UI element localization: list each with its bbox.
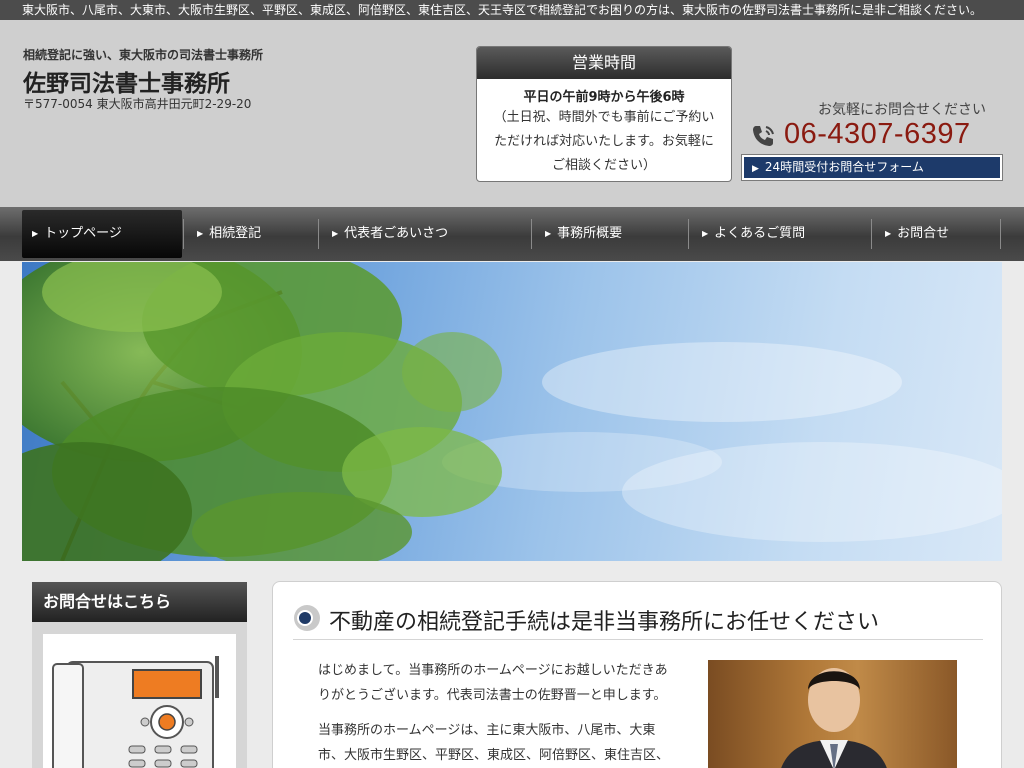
triangle-right-icon: ▶: [32, 229, 39, 238]
telephone-device-icon: [52, 656, 219, 768]
sidebar-heading: お問合せはこちら: [32, 582, 247, 622]
contact-form-button-label: 24時間受付お問合せフォーム: [764, 160, 924, 174]
nav-divider: [688, 219, 689, 249]
text-line: はじめまして。当事務所のホームページにお越しいただきあ: [318, 663, 668, 678]
nav-item-greeting[interactable]: ▶ 代表者ごあいさつ: [332, 207, 448, 261]
site-header: 相続登記に強い、東大阪市の司法書士事務所 佐野司法書士事務所 〒577-0054…: [0, 20, 1024, 207]
nav-divider: [1000, 219, 1001, 249]
nav-divider: [871, 219, 872, 249]
triangle-right-icon: ▶: [885, 229, 892, 238]
nav-item-inheritance[interactable]: ▶ 相続登記: [197, 207, 261, 261]
section-title: 不動産の相続登記手続は是非当事務所にお任せください: [329, 610, 880, 635]
triangle-right-icon: ▶: [545, 229, 552, 238]
business-hours-main: 平日の午前9時から午後6時: [523, 90, 685, 105]
business-hours-note: （土日祝、時間外でも事前にご予約い ただければ対応いたします。お気軽に ご相談く…: [477, 106, 731, 178]
nav-item-label: トップページ: [44, 226, 122, 241]
business-hours-title: 営業時間: [477, 47, 731, 79]
nav-divider: [531, 219, 532, 249]
main-content: 不動産の相続登記手続は是非当事務所にお任せください はじめまして。当事務所のホー…: [272, 581, 1002, 768]
nav-divider: [318, 219, 319, 249]
triangle-right-icon: ▶: [702, 229, 709, 238]
nav-item-label: 代表者ごあいさつ: [344, 226, 449, 241]
main-navigation: ▶ トップページ ▶ 相続登記 ▶ 代表者ごあいさつ ▶ 事務所概要 ▶ よくあるご質問 …: [0, 207, 1024, 261]
site-tagline: 相続登記に強い、東大阪市の司法書士事務所: [23, 48, 264, 62]
business-hours-note-line: ご相談ください）: [551, 158, 656, 173]
nav-item-contact[interactable]: ▶ お問合せ: [885, 207, 949, 261]
triangle-right-icon: ▶: [197, 229, 204, 238]
office-address: 〒577-0054 東大阪市高井田元町2-29-20: [23, 97, 252, 111]
nav-item-faq[interactable]: ▶ よくあるご質問: [702, 207, 805, 261]
triangle-right-icon: ▶: [752, 164, 759, 174]
intro-paragraph: 当事務所のホームページは、主に東大阪市、八尾市、大東 市、大阪市生野区、平野区、…: [318, 718, 688, 768]
text-line: 当事務所のホームページは、主に東大阪市、八尾市、大東: [318, 723, 656, 738]
nav-item-label: お問合せ: [897, 226, 950, 241]
business-hours-note-line: （土日祝、時間外でも事前にご予約い: [493, 110, 715, 125]
section-heading: 不動産の相続登記手続は是非当事務所にお任せください: [293, 604, 983, 640]
portrait-illustration: [781, 668, 887, 768]
contact-label: お気軽にお問合せください: [818, 102, 986, 118]
text-line: 市、大阪市生野区、平野区、東成区、阿倍野区、東住吉区、: [318, 748, 670, 763]
phone-number[interactable]: 06-4307-6397: [784, 118, 971, 151]
nav-item-label: 相続登記: [209, 226, 262, 241]
site-logo-title[interactable]: 佐野司法書士事務所: [23, 64, 230, 98]
nav-item-label: 事務所概要: [557, 226, 623, 241]
intro-paragraph: はじめまして。当事務所のホームページにお越しいただきあ りがとうございます。代表…: [318, 658, 688, 708]
nav-item-office[interactable]: ▶ 事務所概要: [545, 207, 622, 261]
contact-form-button[interactable]: ▶ 24時間受付お問合せフォーム: [741, 154, 1003, 181]
business-hours-note-line: ただければ対応いたします。お気軽に: [494, 134, 714, 149]
business-hours-box: 営業時間 平日の午前9時から午後6時 （土日祝、時間外でも事前にご予約い ただけ…: [476, 46, 732, 182]
tree-sky-illustration: [22, 262, 1002, 561]
nav-item-label: よくあるご質問: [714, 226, 806, 241]
intro-text: はじめまして。当事務所のホームページにお越しいただきあ りがとうございます。代表…: [318, 658, 688, 768]
top-announcement-bar: 東大阪市、八尾市、大東市、大阪市生野区、平野区、東成区、阿倍野区、東住吉区、天王…: [0, 0, 1024, 20]
text-line: りがとうございます。代表司法書士の佐野晋一と申します。: [318, 688, 667, 703]
triangle-right-icon: ▶: [332, 229, 339, 238]
sidebar-contact: お問合せはこちら: [32, 582, 247, 768]
announcement-text: 東大阪市、八尾市、大東市、大阪市生野区、平野区、東成区、阿倍野区、東住吉区、天王…: [22, 3, 983, 17]
telephone-illustration-card[interactable]: [43, 634, 236, 768]
hero-image: [22, 262, 1002, 561]
nav-divider: [183, 219, 184, 249]
phone-icon: [753, 126, 774, 146]
nav-item-top[interactable]: ▶ トップページ: [22, 210, 182, 258]
representative-photo: [708, 660, 957, 768]
bullet-circle-icon: [294, 605, 320, 631]
